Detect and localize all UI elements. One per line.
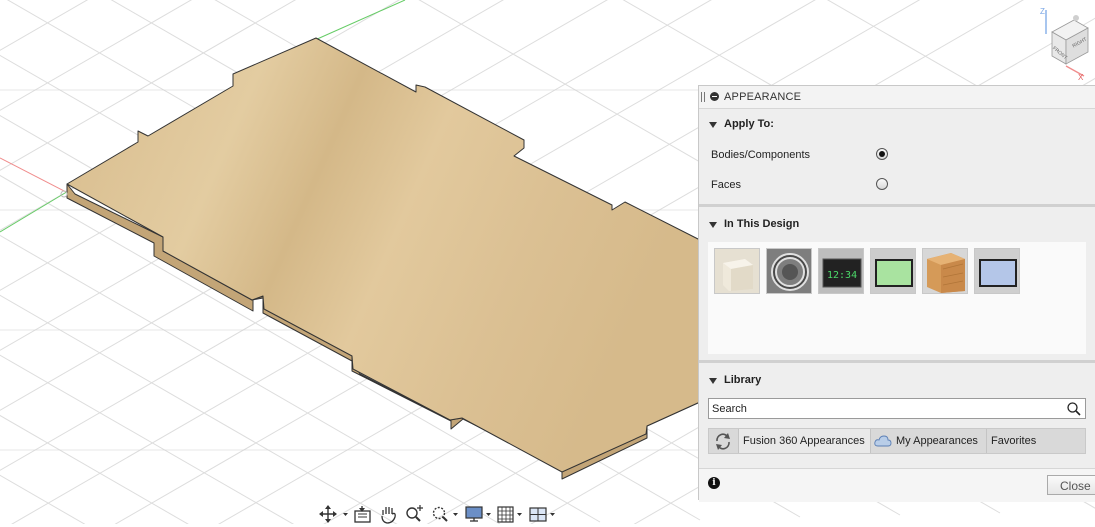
apply-to-label: Apply To: [724, 118, 774, 130]
panel-title: APPEARANCE [724, 91, 802, 103]
zoom-icon[interactable] [404, 504, 426, 524]
fit-icon[interactable] [430, 504, 460, 524]
drag-grip-icon[interactable] [701, 92, 705, 102]
tab-favorites[interactable]: Favorites [986, 429, 1087, 453]
navigation-bar [318, 503, 560, 524]
search-placeholder: Search [712, 403, 747, 415]
cloud-icon [874, 435, 892, 447]
refresh-icon [716, 433, 730, 450]
display-settings-icon[interactable] [464, 504, 494, 524]
y-axis-line [0, 189, 71, 233]
blue-lcd-screen-swatch[interactable] [974, 248, 1020, 294]
grid-settings-icon[interactable] [496, 504, 526, 524]
in-this-design-label: In This Design [724, 218, 800, 230]
tab-label: My Appearances [896, 435, 978, 447]
close-button[interactable]: Close [1047, 475, 1095, 495]
library-search-input[interactable]: Search [708, 398, 1086, 419]
tab-my-appearances[interactable]: My Appearances [870, 429, 986, 453]
library-section-header[interactable]: Library [699, 370, 1095, 392]
faces-radio[interactable] [876, 178, 888, 190]
search-icon[interactable] [1066, 401, 1082, 417]
expand-triangle-icon[interactable] [709, 378, 717, 384]
panel-footer: i Close [699, 468, 1095, 502]
viewports-icon[interactable] [528, 504, 558, 524]
close-label: Close [1060, 479, 1091, 493]
in-this-design-section-header[interactable]: In This Design [699, 214, 1095, 236]
apply-to-section-header[interactable]: Apply To: [699, 114, 1095, 136]
view-cube[interactable]: FRONT RIGHT Z X [1036, 4, 1094, 82]
expand-triangle-icon[interactable] [709, 222, 717, 228]
tab-label: Favorites [991, 435, 1037, 447]
info-icon[interactable]: i [708, 477, 720, 489]
design-appearances-list: 12:34 [708, 242, 1086, 354]
lcd-digits-text: 12:34 [827, 270, 857, 281]
tab-label: Fusion 360 Appearances [743, 435, 865, 447]
z-axis-line [314, 0, 406, 41]
section-divider [699, 204, 1095, 207]
green-lcd-display-swatch[interactable]: 12:34 [818, 248, 864, 294]
collapse-panel-icon[interactable] [710, 92, 719, 101]
section-divider [699, 360, 1095, 363]
viewcube-axis-z: Z [1040, 7, 1045, 16]
orbit-icon[interactable] [318, 504, 348, 524]
panel-title-bar[interactable]: APPEARANCE [699, 86, 1095, 109]
bodies-components-radio[interactable] [876, 148, 888, 160]
plaster-white-swatch[interactable] [714, 248, 760, 294]
library-label: Library [724, 374, 762, 386]
wood-plate-body[interactable] [66, 37, 701, 480]
home-view-icon[interactable] [1073, 15, 1079, 21]
pan-icon[interactable] [378, 504, 400, 524]
chrome-ring-swatch[interactable] [766, 248, 812, 294]
appearance-panel: APPEARANCE Apply To: Bodies/Components F… [698, 85, 1095, 502]
faces-label: Faces [711, 179, 741, 191]
library-tabs: Fusion 360 Appearances My Appearances Fa… [708, 428, 1086, 454]
refresh-library-button[interactable] [709, 429, 737, 453]
expand-triangle-icon[interactable] [709, 122, 717, 128]
wood-oak-swatch[interactable] [922, 248, 968, 294]
bodies-components-label: Bodies/Components [711, 149, 811, 161]
green-lcd-screen-swatch[interactable] [870, 248, 916, 294]
viewcube-axis-x: X [1078, 73, 1084, 82]
tab-fusion-360-appearances[interactable]: Fusion 360 Appearances [738, 429, 871, 453]
look-at-icon[interactable] [352, 504, 374, 524]
